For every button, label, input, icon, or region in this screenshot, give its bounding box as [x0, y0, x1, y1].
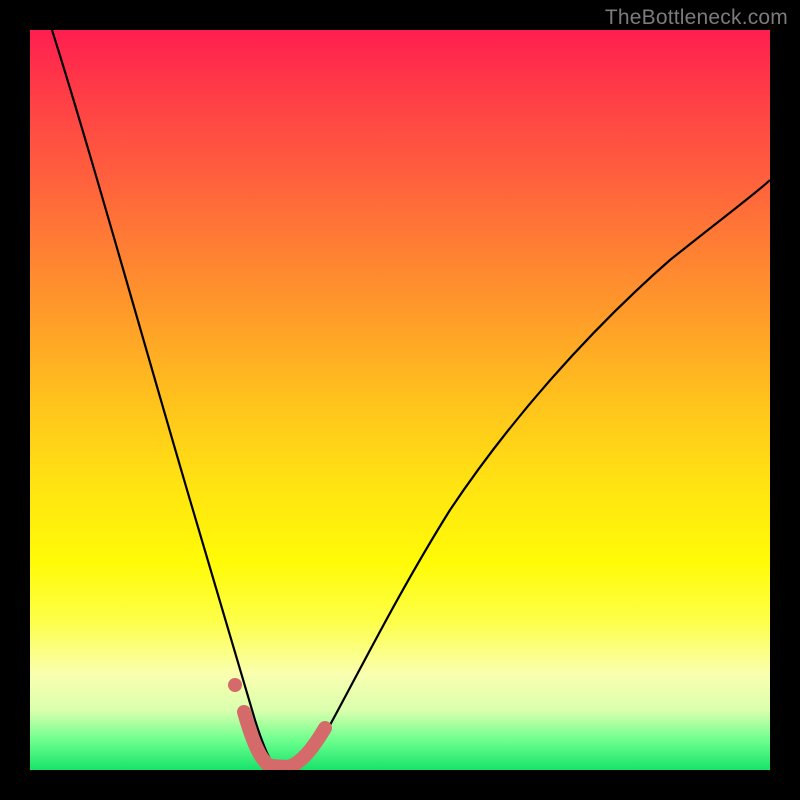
watermark-text: TheBottleneck.com [605, 6, 788, 30]
bottleneck-curve [52, 30, 770, 767]
chart-frame: TheBottleneck.com [0, 0, 800, 800]
highlight-valley [228, 678, 325, 767]
curve-layer [30, 30, 770, 770]
plot-area [30, 30, 770, 770]
